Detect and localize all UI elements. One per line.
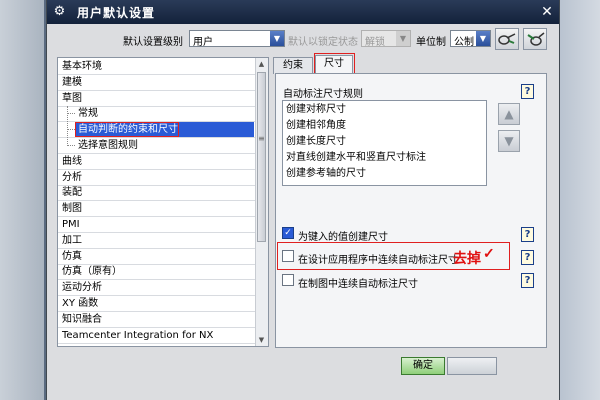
tree-item[interactable]: 知识融合 bbox=[62, 312, 102, 327]
scroll-up-icon[interactable]: ▲ bbox=[257, 58, 266, 70]
tab-highlight-box bbox=[314, 53, 355, 74]
tree-item[interactable]: 建模 bbox=[62, 75, 82, 90]
annotation-text: 去掉 bbox=[453, 251, 481, 267]
background-right bbox=[558, 0, 600, 400]
tree-divider bbox=[58, 342, 256, 344]
export-icon bbox=[527, 32, 545, 46]
tree-divider bbox=[58, 74, 256, 75]
tree-highlight-box bbox=[75, 122, 179, 137]
unit-label: 单位制 bbox=[416, 37, 446, 48]
tree-divider bbox=[58, 200, 256, 202]
list-item[interactable]: 创建参考轴的尺寸 bbox=[286, 166, 366, 182]
user-defaults-dialog: ⚙ 用户默认设置 ✕ 默认设置级别 用户 ▼ 默认以锁定状态 解锁 ▼ 单位制 … bbox=[46, 0, 560, 400]
chevron-down-icon[interactable]: ▼ bbox=[270, 31, 284, 46]
level-select-value: 用户 bbox=[193, 37, 213, 48]
tree-divider bbox=[58, 184, 256, 186]
list-item[interactable]: 创建长度尺寸 bbox=[286, 134, 346, 150]
tree-item[interactable]: 运动分析 bbox=[62, 280, 102, 295]
chevron-down-icon[interactable]: ▼ bbox=[396, 31, 410, 46]
close-icon[interactable]: ✕ bbox=[539, 4, 555, 20]
title-bar: ⚙ 用户默认设置 ✕ bbox=[47, 0, 559, 24]
tree-item[interactable]: 曲线 bbox=[62, 154, 82, 169]
window-title: 用户默认设置 bbox=[77, 6, 156, 20]
list-item[interactable]: 对直线创建水平和竖直尺寸标注 bbox=[286, 150, 426, 166]
tree-item[interactable]: 草图 bbox=[62, 91, 82, 106]
rules-list[interactable]: 创建对称尺寸 创建相邻角度 创建长度尺寸 对直线创建水平和竖直尺寸标注 创建参考… bbox=[282, 100, 487, 186]
help-icon[interactable]: ? bbox=[521, 250, 534, 265]
tree-divider bbox=[58, 216, 256, 218]
import-icon bbox=[498, 33, 516, 45]
arrow-up-icon: ▲ bbox=[504, 107, 514, 121]
tree-item[interactable]: 制图 bbox=[62, 201, 82, 216]
tree-item[interactable]: Teamcenter Integration for NX bbox=[62, 328, 213, 343]
tree-item[interactable]: 仿真（原有） bbox=[62, 264, 122, 279]
annotation-check-icon: ✓ bbox=[483, 246, 495, 262]
category-tree[interactable]: 基本环境 建模 草图 常规 自动判断的约束和尺寸 选择意图规则 曲线 分析 装配 制图 PMI 加工仿… bbox=[57, 57, 269, 347]
continuous-drafting-dimension-label: 在制图中连续自动标注尺寸 bbox=[298, 279, 418, 290]
lock-select[interactable]: 解锁 ▼ bbox=[361, 30, 411, 48]
scroll-down-icon[interactable]: ▼ bbox=[257, 334, 266, 346]
tree-item[interactable]: 基本环境 bbox=[62, 59, 102, 74]
tree-item[interactable]: 加工 bbox=[62, 233, 82, 248]
lock-select-value: 解锁 bbox=[365, 37, 385, 48]
list-item[interactable]: 创建相邻角度 bbox=[286, 118, 346, 134]
help-icon[interactable]: ? bbox=[521, 84, 534, 99]
tab-constraints[interactable]: 约束 bbox=[273, 57, 313, 74]
tree-item[interactable]: 常规 bbox=[78, 106, 98, 121]
background-left bbox=[0, 0, 44, 400]
scroll-thumb[interactable] bbox=[257, 72, 266, 242]
tree-divider bbox=[58, 153, 256, 154]
tree-scrollbar[interactable]: ▲ ≡ ▼ bbox=[255, 58, 268, 346]
unit-select-value: 公制 bbox=[454, 37, 474, 48]
tree-item[interactable]: PMI bbox=[62, 217, 80, 232]
tree-divider bbox=[58, 168, 256, 170]
export-defaults-button[interactable] bbox=[523, 28, 547, 50]
tree-item[interactable]: 仿真 bbox=[62, 249, 82, 264]
tree-item[interactable]: 分析 bbox=[62, 170, 82, 185]
list-item[interactable]: 创建对称尺寸 bbox=[286, 102, 346, 118]
continuous-drafting-dimension-checkbox[interactable] bbox=[282, 274, 294, 286]
help-icon[interactable]: ? bbox=[521, 227, 534, 242]
unit-select[interactable]: 公制 ▼ bbox=[450, 30, 491, 48]
apply-button[interactable] bbox=[447, 357, 497, 375]
chevron-down-icon[interactable]: ▼ bbox=[476, 31, 490, 46]
ok-button[interactable]: 确定 bbox=[401, 357, 445, 375]
grip-icon: ≡ bbox=[258, 134, 265, 143]
tree-connector bbox=[67, 106, 69, 146]
move-up-button[interactable]: ▲ bbox=[498, 103, 520, 125]
create-dimension-label: 为键入的值创建尺寸 bbox=[298, 232, 388, 243]
dimensions-panel: 自动标注尺寸规则 ? 创建对称尺寸 创建相邻角度 创建长度尺寸 对直线创建水平和… bbox=[275, 73, 547, 348]
level-label: 默认设置级别 bbox=[123, 37, 183, 48]
level-select[interactable]: 用户 ▼ bbox=[189, 30, 285, 48]
arrow-down-icon: ▼ bbox=[504, 134, 514, 148]
tree-item[interactable]: 选择意图规则 bbox=[78, 138, 138, 153]
tree-divider bbox=[58, 247, 256, 249]
import-defaults-button[interactable] bbox=[495, 28, 519, 50]
tree-item[interactable]: 装配 bbox=[62, 185, 82, 200]
help-icon[interactable]: ? bbox=[521, 273, 534, 288]
tree-divider bbox=[58, 89, 256, 91]
auto-dimension-rules-label: 自动标注尺寸规则 bbox=[283, 89, 363, 100]
tree-item[interactable]: XY 函数 bbox=[62, 296, 98, 311]
tree-divider bbox=[58, 232, 256, 233]
lock-label: 默认以锁定状态 bbox=[288, 37, 358, 48]
create-dimension-checkbox[interactable]: ✓ bbox=[282, 227, 294, 239]
move-down-button[interactable]: ▼ bbox=[498, 130, 520, 152]
gear-icon: ⚙ bbox=[53, 4, 66, 19]
